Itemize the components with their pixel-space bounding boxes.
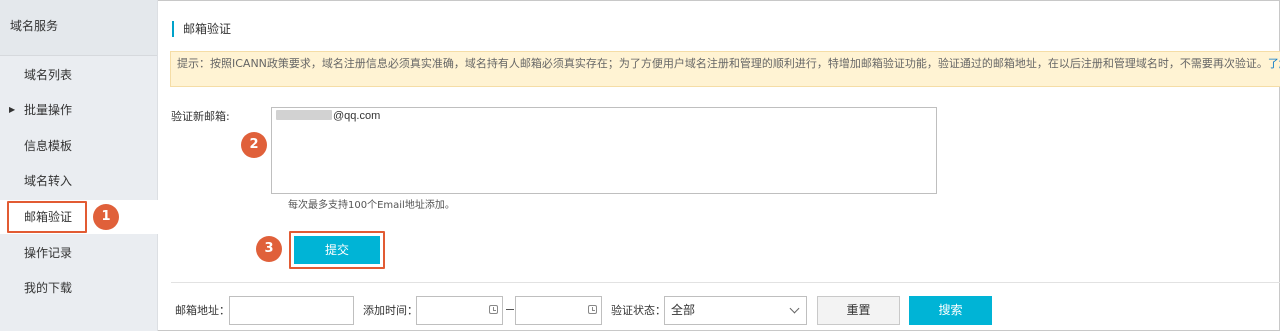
sidebar-item-label: 域名列表	[24, 68, 73, 82]
calendar-icon[interactable]	[588, 305, 597, 314]
date-range-separator	[506, 309, 514, 310]
page-title: 邮箱验证	[172, 21, 231, 37]
email-limit-hint: 每次最多支持100个Email地址添加。	[288, 200, 455, 211]
redacted-email-prefix	[276, 110, 332, 120]
sidebar-item-operation-log[interactable]: 操作记录	[0, 236, 158, 270]
submit-button[interactable]: 提交	[294, 236, 380, 264]
calendar-icon[interactable]	[489, 305, 498, 314]
divider	[171, 282, 1280, 283]
sidebar-item-batch-operations[interactable]: ▶ 批量操作	[0, 93, 158, 127]
notice-banner: 提示：按照ICANN政策要求，域名注册信息必须真实准确，域名持有人邮箱必须真实存…	[170, 51, 1280, 87]
chevron-down-icon	[789, 303, 800, 314]
end-date-input[interactable]	[515, 296, 602, 325]
sidebar-item-label: 信息模板	[24, 139, 73, 153]
status-select[interactable]: 全部	[664, 296, 807, 325]
notice-text: 提示：按照ICANN政策要求，域名注册信息必须真实准确，域名持有人邮箱必须真实存…	[177, 57, 1268, 70]
sidebar-item-label: 邮箱验证	[24, 210, 73, 224]
status-select-value: 全部	[671, 303, 696, 317]
sidebar-item-domain-transfer[interactable]: 域名转入	[0, 164, 158, 198]
email-filter-input[interactable]	[229, 296, 354, 325]
sidebar-item-label: 域名转入	[24, 174, 73, 188]
sidebar-item-info-templates[interactable]: 信息模板	[0, 129, 158, 163]
status-filter-label: 验证状态：	[611, 304, 666, 317]
sidebar-item-domain-list[interactable]: 域名列表	[0, 58, 158, 92]
step-marker-1: 1	[93, 204, 119, 230]
start-date-input[interactable]	[416, 296, 503, 325]
email-filter-label: 邮箱地址：	[175, 304, 230, 317]
date-filter-label: 添加时间：	[363, 304, 418, 317]
sidebar-item-email-verification[interactable]: 邮箱验证	[0, 200, 158, 234]
reset-button[interactable]: 重置	[817, 296, 900, 325]
sidebar: 域名服务 域名列表 ▶ 批量操作 信息模板 域名转入 邮箱验证 操作记录 我的下…	[0, 0, 158, 331]
sidebar-item-label: 我的下载	[24, 281, 73, 295]
sidebar-title: 域名服务	[0, 0, 157, 56]
caret-right-icon: ▶	[9, 105, 16, 114]
email-textarea[interactable]: @qq.com	[271, 107, 937, 194]
search-button[interactable]: 搜索	[909, 296, 992, 325]
sidebar-item-label: 操作记录	[24, 246, 73, 260]
step-marker-2: 2	[241, 132, 267, 158]
step-marker-3: 3	[256, 236, 282, 262]
sidebar-item-label: 批量操作	[24, 103, 73, 117]
learn-more-link[interactable]: 了解更多	[1268, 57, 1280, 70]
sidebar-item-my-downloads[interactable]: 我的下载	[0, 271, 158, 305]
email-suffix: @qq.com	[333, 110, 381, 122]
new-email-label: 验证新邮箱:	[171, 110, 230, 123]
